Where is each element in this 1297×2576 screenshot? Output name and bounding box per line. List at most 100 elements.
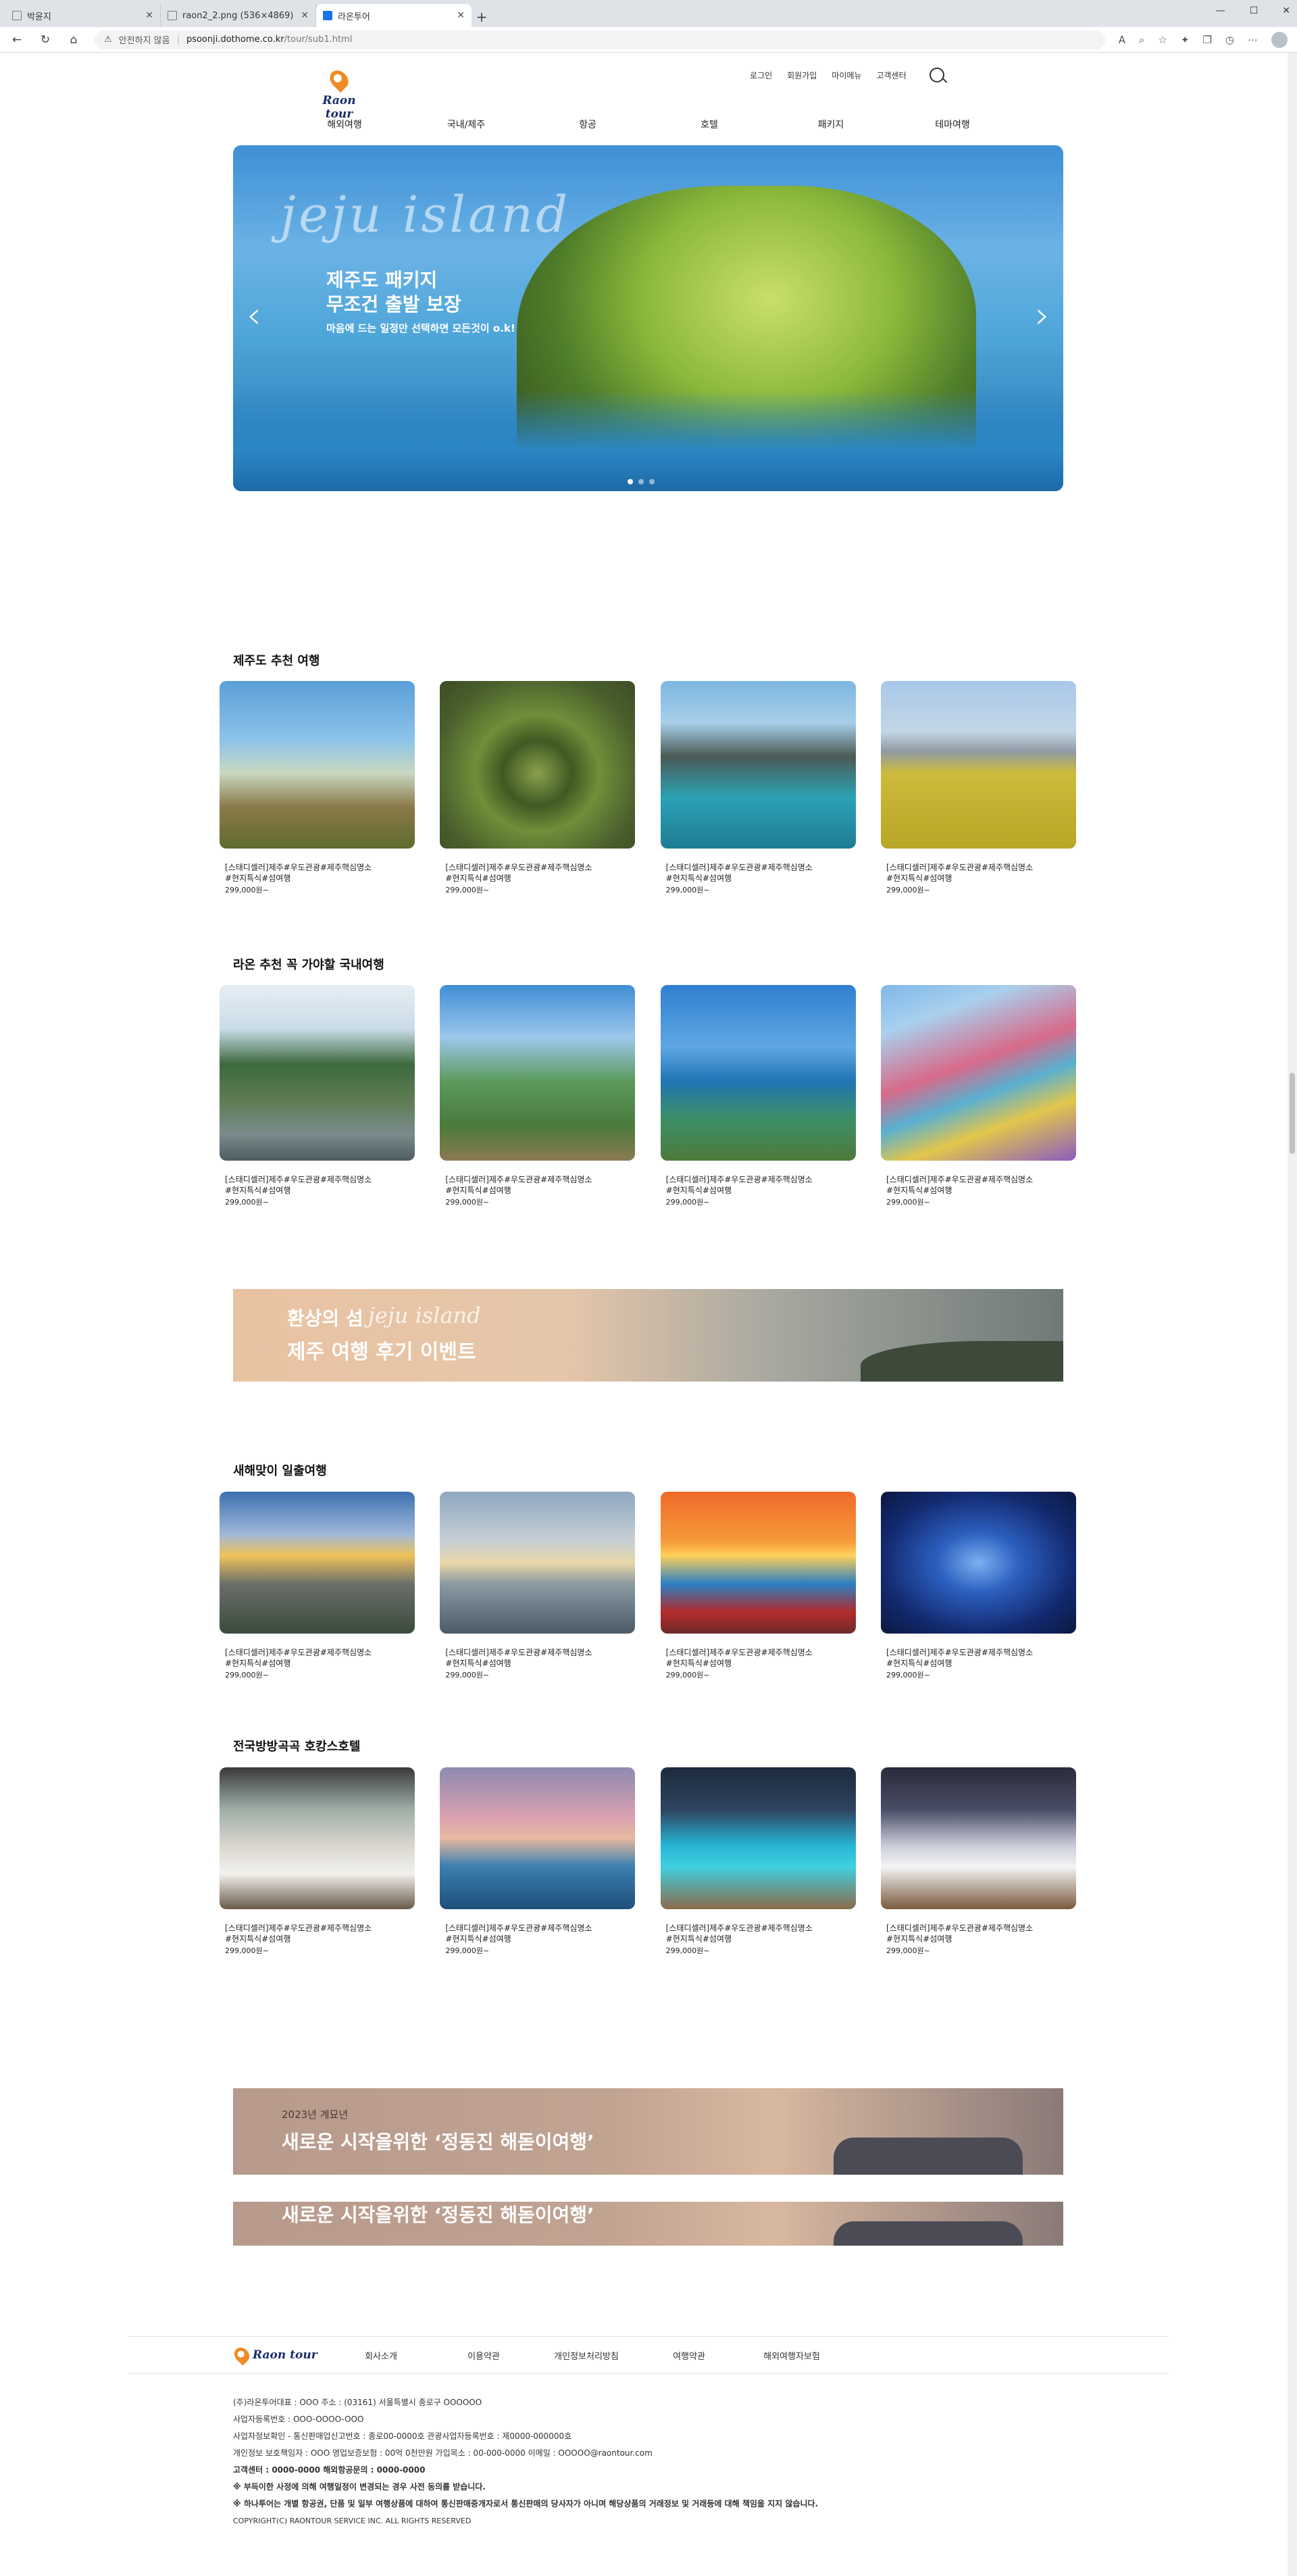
product-card[interactable]: [스태디셀러]제주#우도관광#제주핵심명소 #현지특식#섬여행 299,000원~ (220, 1767, 415, 1956)
product-image (440, 985, 636, 1161)
extensions-icon[interactable]: ✦ (1181, 34, 1190, 46)
sunrise-banner-2[interactable]: 새로운 시작을위한 ‘정동진 해돋이여행’ (233, 2202, 1063, 2246)
customer-center-link[interactable]: 고객센터 (876, 70, 906, 81)
history-icon[interactable]: ◷ (1225, 34, 1234, 46)
product-card[interactable]: [스태디셀러]제주#우도관광#제주핵심명소 #현지특식#섬여행 299,000원~ (880, 1767, 1076, 1956)
product-image (440, 1492, 636, 1634)
new-tab-button[interactable]: + (472, 7, 492, 27)
minimize-icon[interactable]: — (1216, 5, 1225, 16)
slide-dot[interactable] (649, 479, 655, 484)
security-label: 안전하지 않음 (118, 36, 170, 46)
product-title: [스태디셀러]제주#우도관광#제주핵심명소 #현지특식#섬여행 (661, 862, 856, 884)
cruise-ship-image (834, 2138, 1023, 2175)
footer-info-line: (주)라온투어대표 : OOO 주소 : (03161) 서울특별시 종로구 O… (233, 2398, 482, 2407)
profile-avatar[interactable] (1271, 31, 1288, 48)
product-card[interactable]: [스태디셀러]제주#우도관광#제주핵심명소 #현지특식#섬여행 299,000원~ (440, 985, 636, 1207)
footer-link-privacy[interactable]: 개인정보처리방침 (535, 2349, 638, 2362)
footer-link-terms[interactable]: 이용약관 (432, 2349, 535, 2362)
section-title-sunrise: 새해맞이 일출여행 (233, 1464, 327, 1478)
footer-link-company[interactable]: 회사소개 (330, 2349, 432, 2362)
close-tab-icon[interactable]: ✕ (145, 10, 153, 21)
browser-tab-1[interactable]: 박윤지 ✕ (5, 4, 161, 27)
product-card[interactable]: [스태디셀러]제주#우도관광#제주핵심명소 #현지특식#섬여행 299,000원~ (440, 681, 636, 895)
hero-slider[interactable]: jeju island 제주도 패키지 무조건 출발 보장 마음에 드는 일정만… (233, 145, 1063, 491)
scrollbar-thumb[interactable] (1290, 1073, 1295, 1154)
footer-info-line: 고객센터 : 0000-0000 해외항공문의 : 0000-0000 (233, 2465, 426, 2475)
product-title-line1: [스태디셀러]제주#우도관광#제주핵심명소 (225, 1175, 372, 1184)
product-card[interactable]: [스태디셀러]제주#우도관광#제주핵심명소 #현지특식#섬여행 299,000원~ (660, 1492, 856, 1680)
product-title: [스태디셀러]제주#우도관광#제주핵심명소 #현지특식#섬여행 (220, 1647, 415, 1669)
product-card[interactable]: [스태디셀러]제주#우도관광#제주핵심명소 #현지특식#섬여행 299,000원~ (440, 1767, 636, 1956)
nav-flight[interactable]: 항공 (540, 118, 635, 131)
footer-nav: Raon tour 회사소개 이용약관 개인정보처리방침 여행약관 해외여행자보… (128, 2336, 1169, 2374)
footer-info: (주)라온투어대표 : OOO 주소 : (03161) 서울특별시 종로구 O… (233, 2394, 1169, 2529)
back-icon[interactable]: ← (9, 33, 24, 47)
logo-text: Raon tour (322, 94, 356, 121)
favorite-icon[interactable]: ☆ (1158, 34, 1167, 46)
browser-tab-3[interactable]: 라온투어 ✕ (316, 4, 472, 27)
product-card[interactable]: [스태디셀러]제주#우도관광#제주핵심명소 #현지특식#섬여행 299,000원~ (880, 681, 1076, 895)
read-aloud-icon[interactable]: A (1119, 34, 1125, 46)
product-image (880, 1492, 1076, 1634)
signup-link[interactable]: 회원가입 (787, 70, 817, 81)
product-card[interactable]: [스태디셀러]제주#우도관광#제주핵심명소 #현지특식#섬여행 299,000원~ (220, 1492, 415, 1680)
nav-theme[interactable]: 테마여행 (905, 118, 1000, 131)
page-icon (168, 11, 177, 20)
close-window-icon[interactable]: ✕ (1282, 5, 1290, 16)
home-icon[interactable]: ⌂ (66, 33, 81, 47)
close-tab-icon[interactable]: ✕ (457, 10, 465, 21)
slide-dot[interactable] (638, 479, 644, 484)
product-image (660, 1492, 856, 1634)
slide-dot[interactable] (628, 479, 633, 484)
banner-line1: 환상의 섬 (287, 1307, 363, 1330)
footer-link-travel-terms[interactable]: 여행약관 (638, 2349, 740, 2362)
product-card[interactable]: [스태디셀러]제주#우도관광#제주핵심명소 #현지특식#섬여행 299,000원~ (660, 1767, 856, 1956)
section-title-domestic: 라온 추천 꼭 가야할 국내여행 (233, 958, 384, 972)
next-arrow-icon[interactable]: › (1035, 294, 1050, 336)
nav-package[interactable]: 패키지 (784, 118, 878, 131)
product-title-line2: #현지특식#섬여행 (445, 874, 511, 883)
warning-icon[interactable]: ⚠ (104, 34, 112, 45)
login-link[interactable]: 로그인 (750, 70, 772, 81)
nav-hotel[interactable]: 호텔 (662, 118, 757, 131)
product-image (220, 985, 415, 1161)
collections-icon[interactable]: ❐ (1202, 34, 1211, 46)
address-bar-row: ← ↻ ⌂ ⚠ 안전하지 않음 | psoonji.dothome.co.kr/… (0, 27, 1297, 53)
product-card[interactable]: [스태디셀러]제주#우도관광#제주핵심명소 #현지특식#섬여행 299,000원~ (220, 985, 415, 1207)
product-card[interactable]: [스태디셀러]제주#우도관광#제주핵심명소 #현지특식#섬여행 299,000원~ (880, 1492, 1076, 1680)
nav-overseas[interactable]: 해외여행 (297, 118, 392, 131)
footer-logo[interactable]: Raon tour (231, 2344, 330, 2366)
zoom-icon[interactable]: ⌕ (1139, 34, 1144, 46)
window-controls: — ☐ ✕ (1216, 5, 1290, 16)
product-title: [스태디셀러]제주#우도관광#제주핵심명소 #현지특식#섬여행 (440, 862, 635, 884)
scrollbar[interactable] (1288, 53, 1297, 2576)
site-logo[interactable]: Raon tour (312, 66, 366, 121)
sunrise-banner[interactable]: 2023년 계묘년 새로운 시작을위한 ‘정동진 해돋이여행’ (233, 2088, 1063, 2175)
product-card[interactable]: [스태디셀러]제주#우도관광#제주핵심명소 #현지특식#섬여행 299,000원~ (220, 681, 415, 895)
product-title: [스태디셀러]제주#우도관광#제주핵심명소 #현지특식#섬여행 (220, 1923, 415, 1944)
main-nav: 해외여행 국내/제주 항공 호텔 패키지 테마여행 (297, 118, 1000, 131)
product-card[interactable]: [스태디셀러]제주#우도관광#제주핵심명소 #현지특식#섬여행 299,000원~ (880, 985, 1076, 1207)
product-card[interactable]: [스태디셀러]제주#우도관광#제주핵심명소 #현지특식#섬여행 299,000원~ (440, 1492, 636, 1680)
refresh-icon[interactable]: ↻ (38, 33, 53, 47)
tab-title: 박윤지 (27, 11, 51, 22)
prev-arrow-icon[interactable]: ‹ (247, 294, 261, 336)
hero-subtext: 마음에 드는 일정만 선택하면 모든것이 o.k! (326, 322, 515, 334)
product-image (440, 681, 636, 849)
my-menu-link[interactable]: 마이메뉴 (832, 70, 861, 81)
browser-tab-2[interactable]: raon2_2.png (536×4869) ✕ (161, 4, 316, 27)
product-card[interactable]: [스태디셀러]제주#우도관광#제주핵심명소 #현지특식#섬여행 299,000원~ (660, 985, 856, 1207)
footer-link-insurance[interactable]: 해외여행자보험 (740, 2349, 843, 2362)
product-card[interactable]: [스태디셀러]제주#우도관광#제주핵심명소 #현지특식#섬여행 299,000원~ (660, 681, 856, 895)
close-tab-icon[interactable]: ✕ (301, 10, 309, 21)
address-bar[interactable]: ⚠ 안전하지 않음 | psoonji.dothome.co.kr/tour/s… (95, 30, 1105, 49)
product-title-line1: [스태디셀러]제주#우도관광#제주핵심명소 (445, 1175, 592, 1184)
product-title-line1: [스태디셀러]제주#우도관광#제주핵심명소 (665, 1175, 813, 1184)
review-event-banner[interactable]: 환상의 섬 jeju island 제주 여행 후기 이벤트 (233, 1289, 1063, 1382)
maximize-icon[interactable]: ☐ (1250, 5, 1258, 16)
menu-icon[interactable]: ⋯ (1248, 34, 1258, 46)
site-footer: Raon tour 회사소개 이용약관 개인정보처리방침 여행약관 해외여행자보… (128, 2336, 1169, 2529)
search-icon[interactable] (929, 68, 944, 82)
nav-domestic[interactable]: 국내/제주 (419, 118, 513, 131)
product-image (880, 1767, 1076, 1909)
